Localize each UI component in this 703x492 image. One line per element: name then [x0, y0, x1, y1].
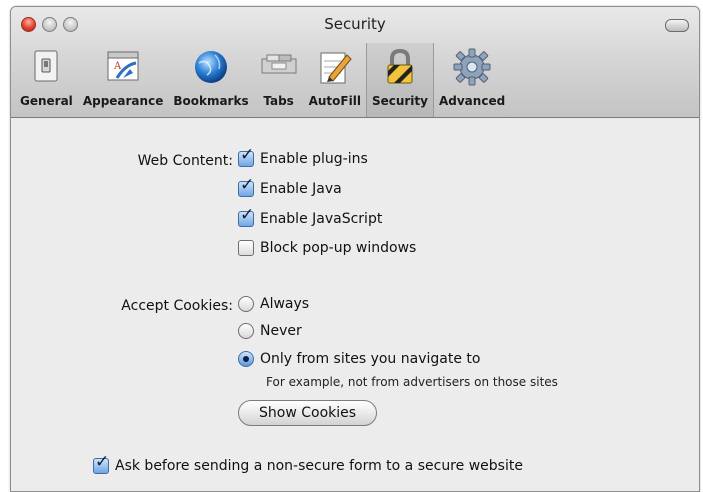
tab-label: General [20, 94, 73, 108]
preferences-toolbar: General A Appearance Bookmarks Tabs Auto… [15, 43, 695, 117]
tab-label: Tabs [263, 94, 294, 108]
tab-label: Appearance [82, 94, 164, 108]
checkbox-box[interactable]: ✓ [93, 454, 109, 474]
cookies-visited-only-radio[interactable]: Only from sites you navigate to [238, 351, 480, 367]
tab-label: AutoFill [308, 94, 361, 108]
checkbox-label: Ask before sending a non-secure form to … [115, 458, 523, 474]
tabs-icon [261, 54, 297, 74]
toolbar-toggle-button[interactable] [665, 19, 689, 32]
security-pane: Web Content: ✓ Enable plug-ins ✓ Enable … [11, 118, 699, 491]
cookies-never-radio[interactable]: Never [238, 323, 302, 339]
font-panel-icon: A [107, 51, 139, 81]
window-title: Security [324, 15, 386, 33]
show-cookies-button[interactable]: Show Cookies [238, 400, 378, 426]
preferences-window: Security General A Appearance Bookmarks … [10, 6, 700, 492]
tab-tabs[interactable]: Tabs [254, 43, 304, 117]
checkbox-box[interactable]: ✓ [238, 177, 254, 197]
checkbox-box[interactable]: ✓ [238, 207, 254, 227]
gear-icon [453, 48, 491, 86]
radio-button[interactable] [238, 323, 254, 339]
checkbox-box[interactable] [238, 240, 254, 256]
radio-button[interactable] [238, 296, 254, 312]
enable-java-checkbox[interactable]: ✓ Enable Java [238, 177, 342, 197]
web-content-label: Web Content: [137, 153, 233, 169]
title-bar: Security General A Appearance Bookmarks … [11, 7, 699, 118]
radio-label: Never [260, 323, 302, 339]
tab-bookmarks[interactable]: Bookmarks [168, 43, 253, 117]
checkbox-label: Enable Java [260, 181, 342, 197]
pencil-paper-icon [320, 52, 352, 84]
checkbox-box[interactable]: ✓ [238, 147, 254, 167]
accept-cookies-label: Accept Cookies: [121, 298, 233, 314]
checkbox-label: Block pop-up windows [260, 240, 417, 256]
checkbox-label: Enable JavaScript [260, 211, 383, 227]
cookies-always-radio[interactable]: Always [238, 296, 309, 312]
light-switch-icon [34, 50, 58, 82]
tab-advanced[interactable]: Advanced [434, 43, 510, 117]
tab-label: Bookmarks [173, 94, 249, 108]
checkbox-label: Enable plug-ins [260, 151, 368, 167]
tab-appearance[interactable]: A Appearance [78, 43, 169, 117]
padlock-icon [387, 48, 413, 84]
radio-label: Only from sites you navigate to [260, 351, 481, 367]
enable-javascript-checkbox[interactable]: ✓ Enable JavaScript [238, 207, 383, 227]
tab-autofill[interactable]: AutoFill [304, 43, 366, 117]
enable-plugins-checkbox[interactable]: ✓ Enable plug-ins [238, 147, 368, 167]
tab-security[interactable]: Security [365, 43, 434, 117]
tab-general[interactable]: General [15, 43, 78, 117]
globe-icon [194, 51, 227, 83]
nonsecure-form-checkbox[interactable]: ✓ Ask before sending a non-secure form t… [93, 454, 523, 474]
tab-label: Advanced [438, 94, 506, 108]
block-popups-checkbox[interactable]: Block pop-up windows [238, 240, 416, 256]
radio-label: Always [260, 296, 310, 312]
svg-text:A: A [113, 61, 122, 72]
tab-label: Security [371, 94, 428, 108]
cookies-hint-text: For example, not from advertisers on tho… [266, 375, 558, 389]
radio-button[interactable] [238, 351, 254, 367]
